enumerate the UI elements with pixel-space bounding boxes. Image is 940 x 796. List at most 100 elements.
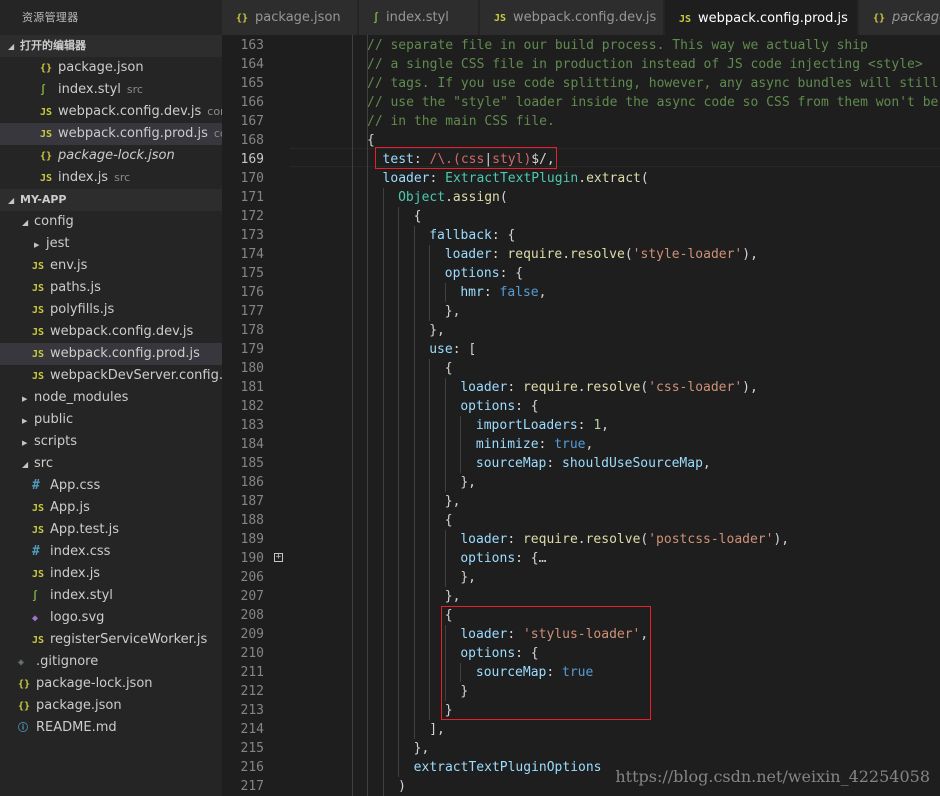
code-text: sourceMap: true bbox=[476, 663, 593, 682]
indent-guide bbox=[382, 473, 384, 492]
code-token: : bbox=[491, 247, 508, 262]
indent-guide bbox=[429, 492, 431, 511]
code-line: 207}, bbox=[222, 587, 940, 606]
indent-guide bbox=[398, 359, 400, 378]
tree-item[interactable]: JS webpackDevServer.config.js bbox=[0, 365, 222, 387]
indent-guide bbox=[398, 321, 400, 340]
tree-item[interactable]: JS webpack.config.dev.js bbox=[0, 321, 222, 343]
indent-guide bbox=[429, 454, 431, 473]
indent-guide bbox=[382, 530, 384, 549]
indent-guide bbox=[382, 701, 384, 720]
tree-item[interactable]: JS webpack.config.prod.js bbox=[0, 343, 222, 365]
tree-item[interactable]: {} package-lock.json bbox=[0, 673, 222, 695]
tab-package-json[interactable]: {} package.json bbox=[222, 0, 358, 35]
code-token: options bbox=[444, 266, 500, 281]
indent-guide bbox=[413, 283, 415, 302]
tab-label: webpack.config.dev.js bbox=[513, 10, 657, 25]
tree-item[interactable]: ◆ logo.svg bbox=[0, 607, 222, 629]
tree-item[interactable]: JS env.js bbox=[0, 255, 222, 277]
tree-item[interactable]: ∫ index.styl bbox=[0, 585, 222, 607]
indent-guide bbox=[429, 625, 431, 644]
indent-guide bbox=[413, 663, 415, 682]
tree-item[interactable]: JS paths.js bbox=[0, 277, 222, 299]
code-line: 177}, bbox=[222, 302, 940, 321]
tab-webpack-config-dev-js[interactable]: JS webpack.config.dev.js bbox=[480, 0, 664, 35]
code-token: , bbox=[601, 418, 609, 433]
open-editors-list: {} package.json ∫ index.styl src JS webpack.co… bbox=[0, 57, 222, 189]
code-token: test bbox=[382, 152, 414, 167]
tree-item-label: App.test.js bbox=[50, 522, 120, 537]
tree-item[interactable]: ▶ node_modules bbox=[0, 387, 222, 409]
indent-guide bbox=[429, 568, 431, 587]
tree-item[interactable]: JS registerServiceWorker.js bbox=[0, 629, 222, 651]
open-editor-item[interactable]: ∫ index.styl src bbox=[0, 79, 222, 101]
open-editor-label: webpack.config.dev.js bbox=[58, 104, 202, 119]
tab-index-styl[interactable]: ∫ index.styl bbox=[359, 0, 479, 35]
indent-guide bbox=[398, 758, 400, 777]
code-token: . bbox=[562, 247, 571, 262]
open-editor-item[interactable]: JS webpack.config.dev.js config bbox=[0, 101, 222, 123]
tree-item[interactable]: ▶ public bbox=[0, 409, 222, 431]
indent-guide bbox=[382, 188, 384, 207]
json-file-icon: {} bbox=[40, 151, 53, 162]
code-line: 185 sourceMap: shouldUseSourceMap, bbox=[222, 454, 940, 473]
code-line: 171 Object.assign( bbox=[222, 188, 940, 207]
tree-item-label: index.css bbox=[50, 544, 111, 559]
tree-item[interactable]: JS App.js bbox=[0, 497, 222, 519]
tree-item[interactable]: # App.css bbox=[0, 475, 222, 497]
tree-item-label: config bbox=[34, 214, 74, 229]
fold-expand-icon[interactable]: + bbox=[274, 553, 283, 562]
indent-guide bbox=[413, 682, 415, 701]
tree-item-label: .gitignore bbox=[36, 654, 99, 669]
tab-package-lock-json[interactable]: {} package-lock.json bbox=[859, 0, 940, 35]
tree-item[interactable]: JS App.test.js bbox=[0, 519, 222, 541]
code-token: styl bbox=[492, 152, 524, 167]
js-file-icon: JS bbox=[32, 371, 45, 382]
code-editor[interactable]: https://blog.csdn.net/weixin_42254058 16… bbox=[222, 35, 940, 796]
tree-item[interactable]: ▶ scripts bbox=[0, 431, 222, 453]
tree-item-label: src bbox=[34, 456, 53, 471]
indent-guide bbox=[398, 207, 400, 226]
indent-guide bbox=[444, 568, 446, 587]
open-editors-header[interactable]: ◢ 打开的编辑器 bbox=[0, 35, 222, 57]
project-header[interactable]: ◢ MY-APP bbox=[0, 189, 222, 211]
tree-item-label: env.js bbox=[50, 258, 88, 273]
project-tree: ◢ config ▶ jest JS env.js JS paths.js JS polyfill… bbox=[0, 211, 222, 739]
open-editor-item[interactable]: JS webpack.config.prod.js con... bbox=[0, 123, 222, 145]
code-line: 180 { bbox=[222, 359, 940, 378]
tree-item[interactable]: JS polyfills.js bbox=[0, 299, 222, 321]
code-line: 173 fallback: { bbox=[222, 226, 940, 245]
code-token: : { bbox=[515, 551, 539, 566]
code-token: // a single CSS file in production inste… bbox=[367, 57, 923, 72]
tree-item-label: package-lock.json bbox=[36, 676, 153, 691]
open-editor-item[interactable]: {} package-lock.json bbox=[0, 145, 222, 167]
tree-item[interactable]: ⓘ README.md bbox=[0, 717, 222, 739]
tree-item[interactable]: {} package.json bbox=[0, 695, 222, 717]
open-editor-item[interactable]: {} package.json bbox=[0, 57, 222, 79]
line-number: 208 bbox=[240, 608, 264, 623]
indent-guide bbox=[429, 682, 431, 701]
code-token: . bbox=[445, 190, 453, 205]
indent-guide bbox=[460, 416, 462, 435]
code-token: }, bbox=[413, 741, 430, 756]
open-editor-item[interactable]: JS index.js src bbox=[0, 167, 222, 189]
code-token: 'postcss-loader' bbox=[648, 532, 774, 547]
indent-guide bbox=[413, 416, 415, 435]
tab-webpack-config-prod-js[interactable]: JS webpack.config.prod.js ✕ bbox=[665, 0, 858, 35]
tree-item[interactable]: JS index.js bbox=[0, 563, 222, 585]
close-icon[interactable]: ✕ bbox=[856, 11, 857, 25]
tree-item[interactable]: ◢ src bbox=[0, 453, 222, 475]
indent-guide bbox=[398, 701, 400, 720]
line-number: 184 bbox=[240, 437, 264, 452]
code-text: loader: ExtractTextPlugin.extract( bbox=[383, 169, 649, 188]
code-line: 184 minimize: true, bbox=[222, 435, 940, 454]
js-file-icon: JS bbox=[32, 327, 45, 338]
tree-item[interactable]: # index.css bbox=[0, 541, 222, 563]
tree-item[interactable]: ◢ config bbox=[0, 211, 222, 233]
tree-item[interactable]: ▶ jest bbox=[0, 233, 222, 255]
tree-item[interactable]: ◈ .gitignore bbox=[0, 651, 222, 673]
indent-guide bbox=[398, 606, 400, 625]
code-line: 206}, bbox=[222, 568, 940, 587]
code-text: hmr: false, bbox=[460, 283, 546, 302]
code-token: { bbox=[444, 361, 453, 376]
